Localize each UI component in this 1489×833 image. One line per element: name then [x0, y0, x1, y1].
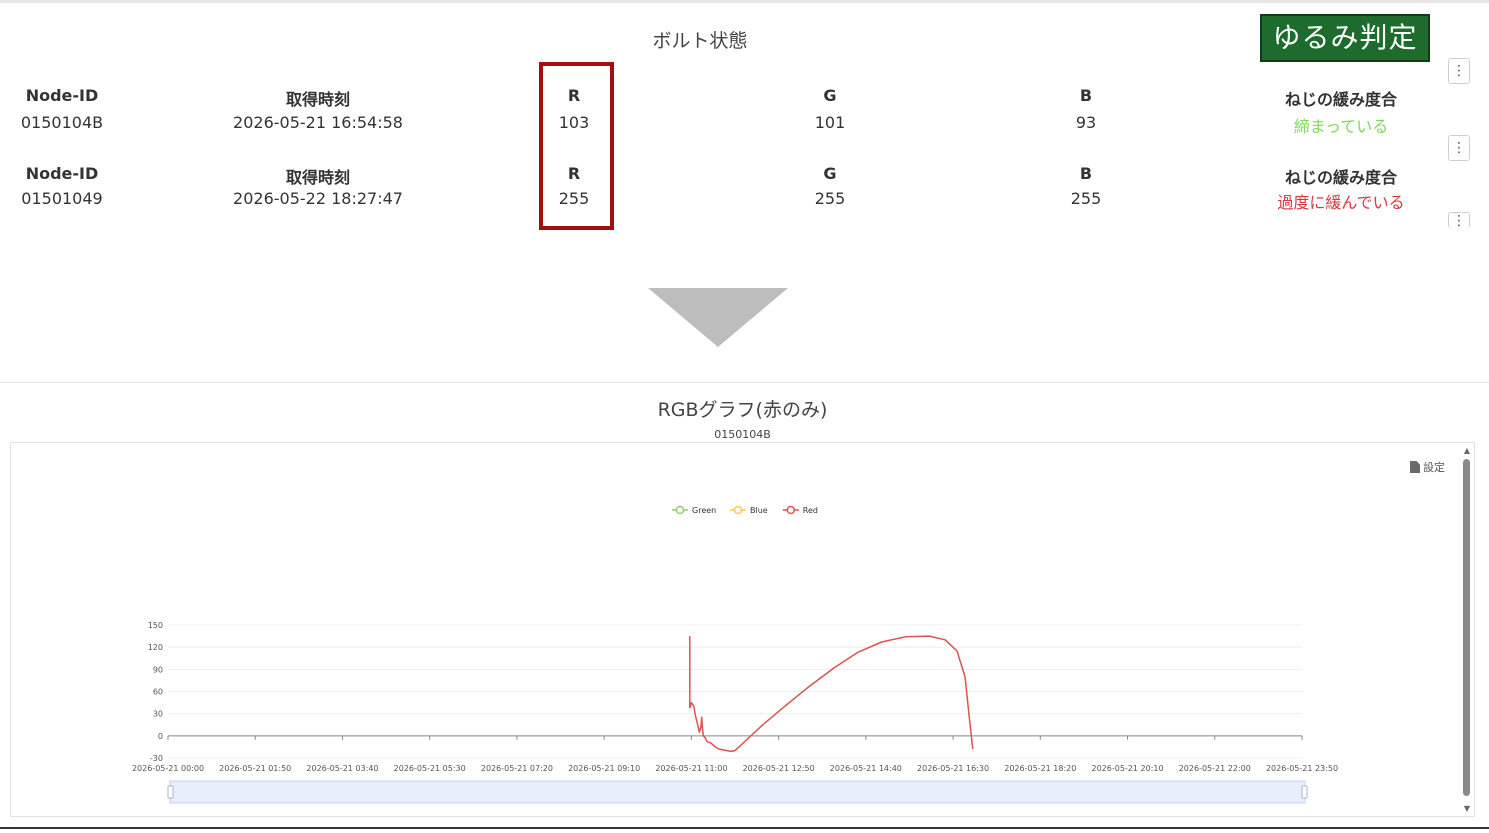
graph-subtitle: 0150104B [714, 428, 771, 441]
bolt-status-title: ボルト状態 [652, 30, 748, 52]
header-time: 取得時刻 [285, 90, 350, 109]
down-arrow-icon [648, 288, 788, 347]
bottom-rule [0, 827, 1489, 829]
scroll-up-icon[interactable]: ▲ [1462, 446, 1472, 455]
header-b: B [1079, 86, 1093, 105]
row1-b-value: 93 [1075, 113, 1097, 132]
row2-b-value: 255 [1070, 189, 1102, 208]
header-node-id: Node-ID [25, 164, 99, 183]
row2-time: 2026-05-22 18:27:47 [233, 189, 403, 208]
settings-label: 設定 [1423, 461, 1445, 474]
document-icon [1410, 461, 1420, 473]
r-column-highlight [539, 62, 614, 230]
more-vertical-icon: ⋮ [1452, 140, 1466, 156]
header-g: G [823, 164, 837, 183]
scrollbar-thumb[interactable] [1463, 459, 1470, 796]
graph-title: RGBグラフ(赤のみ) [657, 399, 828, 421]
row2-g-value: 255 [814, 189, 846, 208]
judge-button[interactable]: ゆるみ判定 [1260, 14, 1430, 62]
chart-panel [10, 442, 1475, 817]
row3-menu-button[interactable]: ⋮ [1448, 212, 1470, 229]
more-vertical-icon: ⋮ [1452, 63, 1466, 79]
row1-g-value: 101 [814, 113, 846, 132]
header-loosen: ねじの緩み度合 [1284, 168, 1397, 187]
row1-status: 締まっている [1293, 117, 1389, 136]
row2-node-id: 01501049 [21, 189, 103, 208]
top-rule [0, 0, 1489, 3]
section-divider [0, 382, 1489, 383]
header-loosen: ねじの緩み度合 [1284, 90, 1397, 109]
header-time: 取得時刻 [285, 168, 350, 187]
settings-button[interactable]: 設定 [1410, 459, 1445, 475]
row1-menu-button[interactable]: ⋮ [1448, 58, 1470, 84]
header-b: B [1079, 164, 1093, 183]
row2-menu-button[interactable]: ⋮ [1448, 135, 1470, 161]
more-vertical-icon: ⋮ [1452, 213, 1466, 229]
scroll-down-icon[interactable]: ▼ [1462, 804, 1472, 813]
header-node-id: Node-ID [25, 86, 99, 105]
row1-time: 2026-05-21 16:54:58 [233, 113, 403, 132]
header-g: G [823, 86, 837, 105]
row1-node-id: 0150104B [20, 113, 104, 132]
row2-status: 過度に緩んでいる [1277, 193, 1405, 212]
